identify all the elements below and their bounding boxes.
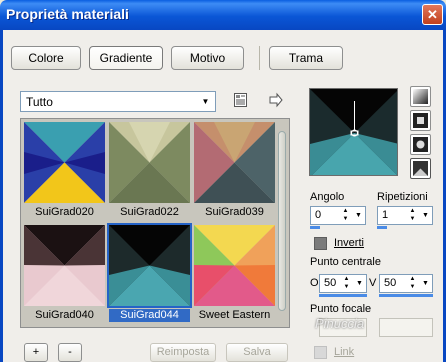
gradient-item[interactable]: SuiGrad040	[24, 225, 105, 322]
tab-motivo[interactable]: Motivo	[171, 46, 244, 70]
invert-label: Inverti	[334, 237, 364, 249]
gradient-preview[interactable]	[309, 88, 398, 176]
gradient-item-selected[interactable]: SuiGrad044	[107, 223, 192, 322]
scrollbar-thumb[interactable]	[278, 131, 286, 311]
center-x-value: 50	[324, 277, 337, 289]
chevron-down-icon[interactable]: ▼	[354, 276, 365, 291]
gradient-thumbnail	[194, 122, 275, 203]
stepper-icon[interactable]: ▲ ▼	[407, 207, 418, 224]
invert-checkbox[interactable]	[314, 237, 327, 250]
arrow-right-icon[interactable]	[268, 92, 284, 108]
linear-style-icon	[413, 89, 428, 104]
center-y-slider-fill	[379, 294, 433, 297]
tab-separator	[259, 46, 260, 70]
repeats-slider-fill	[377, 226, 387, 229]
repeats-label: Ripetizioni	[377, 191, 428, 203]
link-label: Link	[334, 346, 355, 358]
link-checkbox[interactable]	[314, 346, 327, 359]
gradient-thumbnail	[24, 225, 105, 306]
center-y-input[interactable]: 50 ▲ ▼ ▼	[379, 274, 433, 293]
repeats-input[interactable]: 1 ▲ ▼ ▼	[377, 206, 433, 225]
gradient-item[interactable]: SuiGrad020	[24, 122, 105, 219]
gradient-label: SuiGrad039	[205, 206, 264, 218]
angle-slider-fill	[310, 226, 320, 229]
gradient-item[interactable]: SuiGrad022	[109, 122, 190, 219]
title-bar: Proprietà materiali ✕	[0, 0, 446, 30]
tab-gradiente[interactable]: Gradiente	[89, 46, 163, 70]
center-x-slider-fill	[319, 294, 367, 297]
gradient-label: SuiGrad020	[35, 206, 94, 218]
tab-trama[interactable]: Trama	[269, 46, 343, 70]
category-select[interactable]: Tutto ▼	[20, 91, 216, 112]
center-y-prefix: V	[369, 277, 377, 289]
gradient-style-radial[interactable]	[410, 158, 431, 179]
chevron-down-icon: ▼	[201, 97, 210, 106]
rectangular-style-icon	[413, 113, 428, 128]
close-button[interactable]: ✕	[422, 4, 443, 25]
gradient-label: SuiGrad022	[120, 206, 179, 218]
gradient-style-linear[interactable]	[410, 86, 431, 107]
grid-scrollbar[interactable]	[277, 123, 287, 323]
angle-value: 0	[315, 209, 322, 221]
reset-button[interactable]: Reimposta	[150, 343, 216, 362]
add-button[interactable]: +	[24, 343, 48, 362]
sunburst-style-icon	[413, 137, 428, 152]
save-button[interactable]: Salva	[226, 343, 288, 362]
category-value: Tutto	[26, 95, 53, 109]
library-icon[interactable]	[233, 92, 249, 108]
stepper-icon[interactable]: ▲ ▼	[407, 275, 418, 292]
gradient-label: SuiGrad044	[109, 309, 190, 322]
gradient-label: Sweet Eastern	[198, 309, 271, 321]
gradient-thumbnail	[24, 122, 105, 203]
gradient-label: SuiGrad040	[35, 309, 94, 321]
chevron-down-icon[interactable]: ▼	[420, 276, 431, 291]
watermark: Pinuccia	[315, 316, 365, 331]
repeats-value: 1	[382, 209, 389, 221]
gradient-grid: SuiGrad020 SuiGrad022 SuiGrad039 SuiGrad…	[20, 118, 290, 328]
center-x-input[interactable]: 50 ▲ ▼ ▼	[319, 274, 367, 293]
center-x-prefix: O	[310, 277, 319, 289]
angle-label: Angolo	[310, 191, 345, 203]
gradient-thumbnail	[194, 225, 275, 306]
chevron-down-icon[interactable]: ▼	[353, 208, 364, 223]
chevron-down-icon[interactable]: ▼	[420, 208, 431, 223]
stepper-icon[interactable]: ▲ ▼	[341, 275, 352, 292]
gradient-item[interactable]: SuiGrad039	[194, 122, 275, 219]
stepper-icon[interactable]: ▲ ▼	[340, 207, 351, 224]
gradient-item[interactable]: Sweet Eastern	[194, 225, 275, 322]
focal-y-input[interactable]	[379, 318, 433, 337]
window-title: Proprietà materiali	[6, 6, 129, 22]
gradient-thumbnail	[109, 122, 190, 203]
tab-colore[interactable]: Colore	[11, 46, 81, 70]
angle-input[interactable]: 0 ▲ ▼ ▼	[310, 206, 366, 225]
remove-button[interactable]: -	[58, 343, 82, 362]
gradient-preview-image	[310, 89, 397, 175]
gradient-thumbnail	[107, 223, 192, 308]
gradient-style-rectangular[interactable]	[410, 110, 431, 131]
focal-point-label: Punto focale	[310, 303, 372, 315]
radial-style-icon	[413, 161, 428, 176]
gradient-style-sunburst[interactable]	[410, 134, 431, 155]
center-y-value: 50	[384, 277, 397, 289]
center-point-label: Punto centrale	[310, 256, 381, 268]
